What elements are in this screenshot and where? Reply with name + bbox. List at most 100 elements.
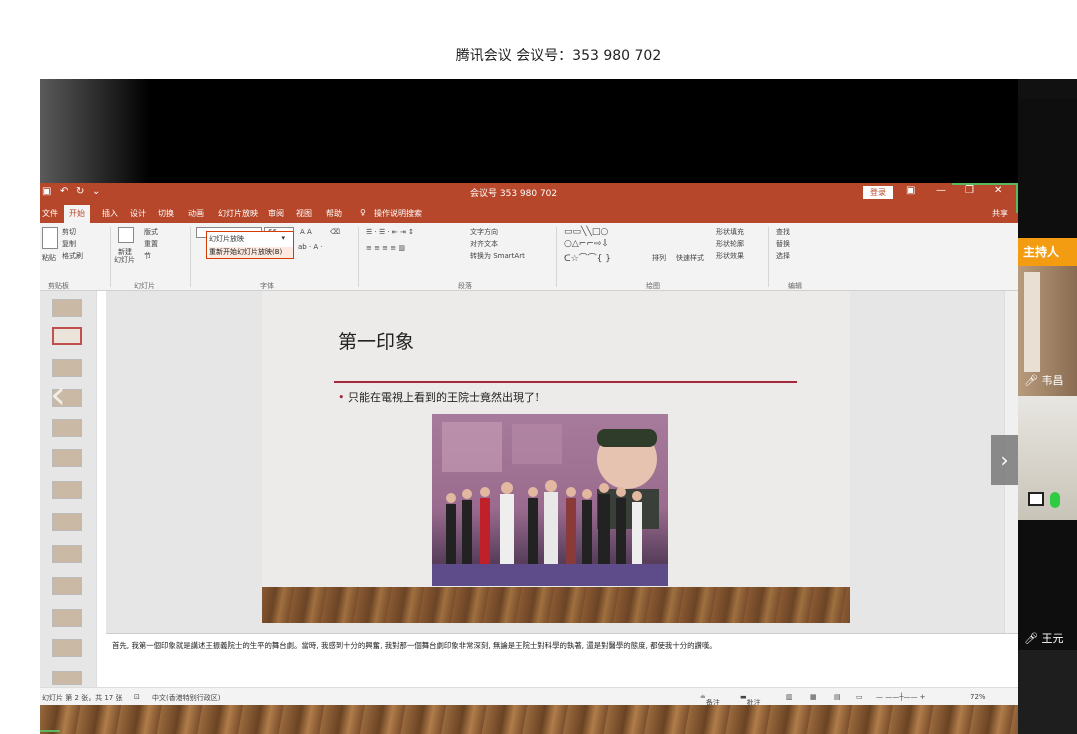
language-indicator[interactable]: 中文(香港特别行政区) bbox=[152, 693, 220, 703]
slide-thumbnail-selected[interactable] bbox=[52, 327, 82, 345]
slide-thumbnail[interactable] bbox=[52, 639, 82, 657]
zoom-slider[interactable]: — ——┼—— + bbox=[876, 693, 926, 701]
paste-icon[interactable] bbox=[42, 227, 58, 249]
thumbnail-scrollbar[interactable] bbox=[96, 291, 106, 687]
align-icons[interactable]: ≡ ≡ ≡ ≡ ▥ bbox=[366, 244, 405, 252]
notes-pane[interactable]: 首先, 我第一個印象就是講述王振義院士的生平的舞台劇。當時, 我感到十分的興奮,… bbox=[106, 633, 1018, 687]
participant-video[interactable]: 🎤︎ 韦昌 bbox=[1018, 266, 1077, 396]
smartart-button[interactable]: 转换为 SmartArt bbox=[470, 251, 525, 261]
tab-transitions[interactable]: 切换 bbox=[158, 208, 174, 219]
title-bar: ▣ ↶ ↻ ⌄ 会议号 353 980 702 登录 ▣ — ❐ ✕ bbox=[40, 183, 1018, 203]
slide-thumbnail[interactable] bbox=[52, 671, 82, 685]
replace-button[interactable]: 替换 bbox=[776, 239, 790, 249]
tell-me-search[interactable]: 操作说明搜索 bbox=[374, 208, 422, 219]
save-icon[interactable]: ▣ bbox=[42, 186, 51, 197]
cut-button[interactable]: 剪切 bbox=[62, 227, 76, 237]
paste-label[interactable]: 粘贴 bbox=[42, 253, 56, 263]
slide-thumbnail[interactable] bbox=[52, 299, 82, 317]
tab-animations[interactable]: 动画 bbox=[188, 208, 204, 219]
new-slide-icon[interactable] bbox=[118, 227, 134, 243]
tab-slideshow[interactable]: 幻灯片放映 bbox=[218, 208, 258, 219]
format-painter-button[interactable]: 格式刷 bbox=[62, 251, 83, 261]
shape-fill-button[interactable]: 形状填充 bbox=[716, 227, 744, 237]
new-slide-label2[interactable]: 幻灯片 bbox=[114, 255, 135, 265]
bullets-icon[interactable]: ☰ · ☰ · ⇤ ⇥ ↕ bbox=[366, 228, 414, 236]
accessibility-icon[interactable]: ⊡ bbox=[134, 693, 140, 701]
comments-button[interactable]: ▬ 批注 bbox=[740, 693, 761, 707]
align-text-button[interactable]: 对齐文本 bbox=[470, 239, 498, 249]
slide-bullet[interactable]: • 只能在電視上看到的王院士竟然出現了! bbox=[338, 389, 539, 405]
normal-view-icon[interactable]: ▥ bbox=[786, 693, 793, 701]
tab-help[interactable]: 帮助 bbox=[326, 208, 342, 219]
participant-video[interactable]: 🎤︎ 王元 bbox=[1018, 520, 1077, 650]
arrange-button[interactable]: 排列 bbox=[652, 253, 666, 263]
participants-panel: 主持人 🎤︎ 韦昌 🎤︎ 王元 bbox=[1018, 79, 1077, 734]
close-icon[interactable]: ✕ bbox=[994, 185, 1002, 196]
font-grow-icon[interactable]: A A bbox=[300, 228, 312, 236]
quick-styles-button[interactable]: 快速样式 bbox=[676, 253, 704, 263]
participant-name-text: 王元 bbox=[1041, 632, 1064, 645]
tab-view[interactable]: 视图 bbox=[296, 208, 312, 219]
slide-thumbnail[interactable] bbox=[52, 419, 82, 437]
zoom-level[interactable]: 72% bbox=[970, 693, 986, 701]
chevron-down-icon[interactable]: ▾ bbox=[281, 234, 285, 242]
slide-thumbnail[interactable] bbox=[52, 513, 82, 531]
paragraph-group-label: 段落 bbox=[458, 282, 472, 290]
previous-page-arrow[interactable]: ‹ bbox=[50, 372, 66, 418]
slide-sorter-icon[interactable]: ▦ bbox=[810, 693, 817, 701]
shape-effects-button[interactable]: 形状效果 bbox=[716, 251, 744, 261]
current-slide[interactable]: 第一印象 • 只能在電視上看到的王院士竟然出現了! bbox=[262, 291, 850, 623]
customize-icon[interactable]: ⌄ bbox=[92, 186, 100, 197]
layout-button[interactable]: 版式 bbox=[144, 227, 158, 237]
notes-button[interactable]: ≐ 备注 bbox=[700, 693, 720, 707]
ribbon-separator bbox=[358, 227, 359, 287]
slide-thumbnail[interactable] bbox=[52, 449, 82, 467]
select-button[interactable]: 选择 bbox=[776, 251, 790, 261]
shapes-gallery-row2[interactable]: ○△⌐⌐⇨⇩ bbox=[564, 239, 609, 249]
slideshow-dropdown[interactable]: 幻灯片放映 ▾ 重新开始幻灯片放映(B) bbox=[206, 231, 294, 259]
tab-file[interactable]: 文件 bbox=[42, 208, 58, 219]
clear-format-icon[interactable]: ⌫ bbox=[330, 228, 340, 236]
tab-home[interactable]: 开始 bbox=[64, 205, 90, 223]
slide-thumbnail[interactable] bbox=[52, 609, 82, 627]
participant-video[interactable] bbox=[1018, 396, 1077, 520]
copy-button[interactable]: 复制 bbox=[62, 239, 76, 249]
redo-icon[interactable]: ↻ bbox=[76, 186, 84, 197]
share-border-accent bbox=[952, 183, 1016, 185]
find-button[interactable]: 查找 bbox=[776, 227, 790, 237]
slide-edit-area: 第一印象 • 只能在電視上看到的王院士竟然出現了! bbox=[106, 291, 1004, 633]
tab-design[interactable]: 设计 bbox=[130, 208, 146, 219]
share-button[interactable]: 共享 bbox=[992, 208, 1008, 219]
text-direction-button[interactable]: 文字方向 bbox=[470, 227, 498, 237]
participant-video[interactable] bbox=[1018, 650, 1077, 734]
slide-thumbnail[interactable] bbox=[52, 481, 82, 499]
powerpoint-window: ▣ ↶ ↻ ⌄ 会议号 353 980 702 登录 ▣ — ❐ ✕ 文件 开始… bbox=[40, 183, 1018, 734]
reading-view-icon[interactable]: ▤ bbox=[834, 693, 841, 701]
section-button[interactable]: 节 bbox=[144, 251, 151, 261]
reset-button[interactable]: 重置 bbox=[144, 239, 158, 249]
undo-icon[interactable]: ↶ bbox=[60, 186, 68, 197]
stage-photo[interactable] bbox=[432, 414, 668, 586]
meeting-header: 腾讯会议 会议号：353 980 702 bbox=[0, 0, 1077, 79]
shapes-gallery[interactable]: ▭▭╲╲□○ bbox=[564, 227, 608, 237]
tab-insert[interactable]: 插入 bbox=[102, 208, 118, 219]
tab-review[interactable]: 审阅 bbox=[268, 208, 284, 219]
restore-icon[interactable]: ❐ bbox=[965, 185, 974, 196]
font-group-label: 字体 bbox=[260, 282, 274, 290]
minimize-icon[interactable]: — bbox=[936, 185, 946, 196]
signin-button[interactable]: 登录 bbox=[863, 186, 893, 199]
slide-thumbnail[interactable] bbox=[52, 577, 82, 595]
font-color-icon[interactable]: ab · A · bbox=[298, 243, 323, 251]
slide-title[interactable]: 第一印象 bbox=[338, 327, 414, 354]
next-page-arrow[interactable]: › bbox=[991, 435, 1018, 485]
slide-thumbnail[interactable] bbox=[52, 545, 82, 563]
restart-slideshow-item[interactable]: 重新开始幻灯片放映(B) bbox=[209, 247, 293, 258]
shapes-gallery-row3[interactable]: ᑕ☆⌒⌒{ } bbox=[564, 251, 611, 264]
ribbon-separator bbox=[110, 227, 111, 287]
shape-outline-button[interactable]: 形状轮廓 bbox=[716, 239, 744, 249]
notes-text[interactable]: 首先, 我第一個印象就是講述王振義院士的生平的舞台劇。當時, 我感到十分的興奮,… bbox=[112, 640, 717, 651]
ribbon-display-icon[interactable]: ▣ bbox=[906, 185, 915, 196]
slideshow-view-icon[interactable]: ▭ bbox=[856, 693, 863, 701]
floor-strip bbox=[40, 705, 1018, 734]
slideshow-combo[interactable]: 幻灯片放映 ▾ bbox=[209, 234, 291, 244]
